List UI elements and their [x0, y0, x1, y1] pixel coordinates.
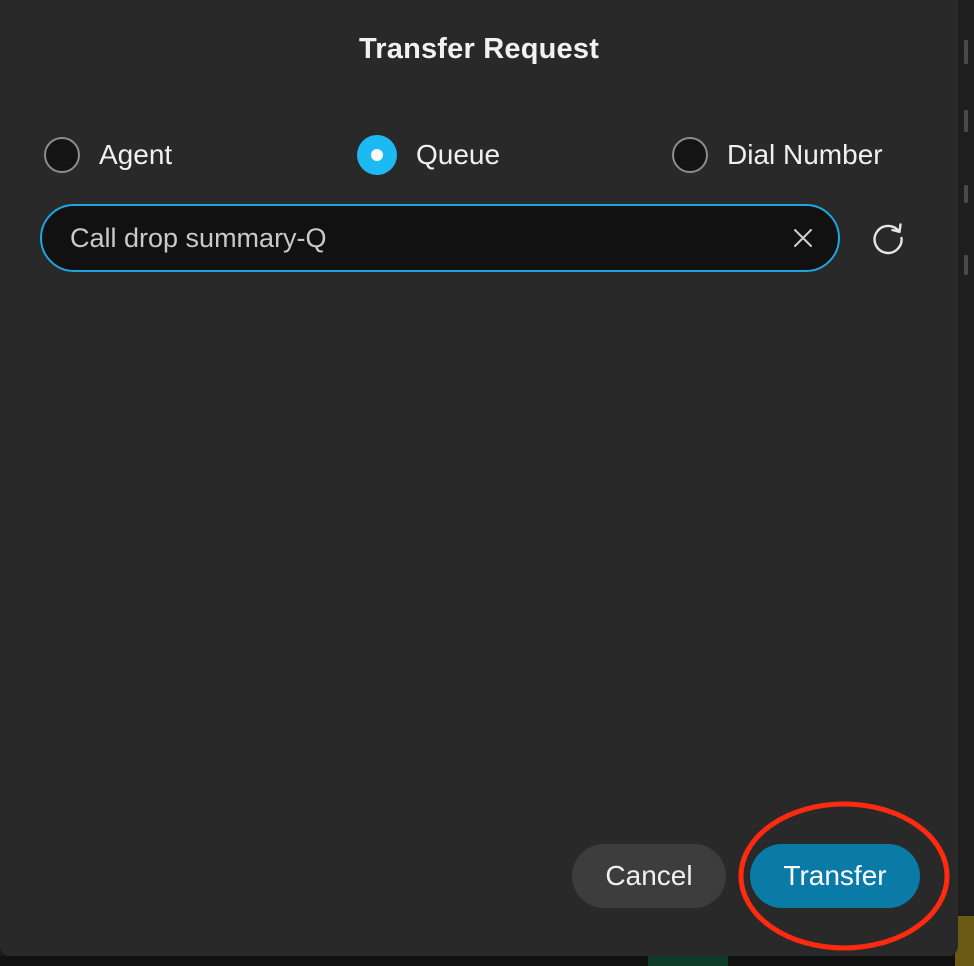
dialog-title: Transfer Request: [358, 33, 600, 65]
radio-dial-number[interactable]: Dial Number: [672, 135, 883, 175]
radio-queue-circle[interactable]: [357, 135, 397, 175]
radio-agent[interactable]: Agent: [44, 135, 172, 175]
close-icon[interactable]: [788, 223, 818, 253]
background-app-bottom: [0, 916, 974, 966]
queue-search-field[interactable]: [40, 204, 840, 272]
cancel-button[interactable]: Cancel: [572, 844, 726, 908]
radio-queue[interactable]: Queue: [357, 135, 500, 175]
refresh-icon[interactable]: [868, 218, 908, 258]
radio-queue-label: Queue: [416, 139, 501, 170]
radio-agent-label: Agent: [99, 139, 173, 170]
background-app-edge: [958, 0, 974, 966]
radio-agent-circle[interactable]: [44, 137, 80, 173]
transfer-button[interactable]: Transfer: [750, 844, 920, 908]
radio-dial-number-label: Dial Number: [727, 139, 883, 170]
transfer-request-dialog: Transfer Request Agent Queue Dial Number…: [0, 0, 958, 956]
queue-search-input[interactable]: [70, 206, 770, 270]
radio-dial-number-circle[interactable]: [672, 137, 708, 173]
